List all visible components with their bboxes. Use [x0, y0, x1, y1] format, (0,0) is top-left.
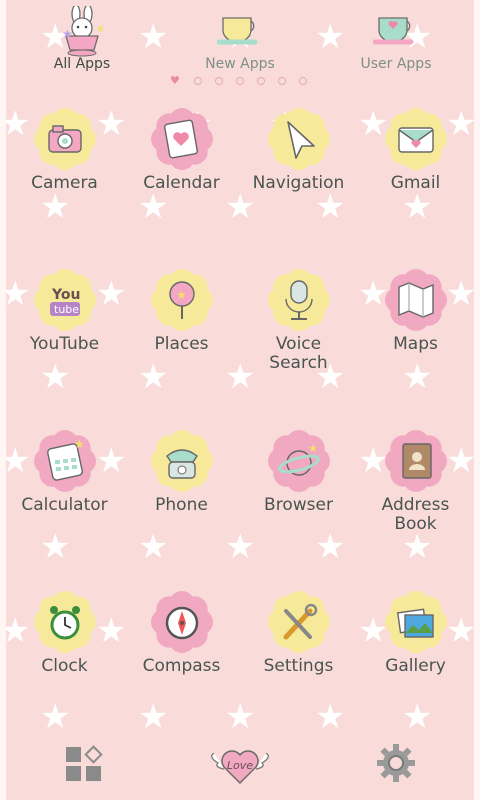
app-label: Gmail	[390, 173, 441, 193]
teacup-heart-icon	[373, 17, 414, 45]
app-settings[interactable]: Settings	[240, 583, 357, 733]
dock: Love	[0, 735, 480, 800]
app-youtube[interactable]: You tube YouTube	[6, 261, 123, 411]
places-pin-icon: ★	[150, 269, 213, 331]
page-dot	[236, 77, 244, 85]
teacup-icon	[217, 17, 258, 45]
page-dot	[299, 77, 307, 85]
gear-icon[interactable]	[376, 743, 416, 783]
app-label: Maps	[393, 334, 438, 354]
tab-label: All Apps	[53, 56, 111, 72]
tab-new-apps[interactable]: New Apps	[170, 0, 310, 80]
svg-text:You: You	[51, 287, 80, 303]
tools-icon	[267, 591, 330, 653]
app-label: Camera	[31, 173, 98, 193]
svg-text:★: ★	[62, 27, 73, 41]
tab-all-apps[interactable]: ★ ★ All Apps	[12, 0, 152, 80]
alarm-clock-icon	[33, 591, 96, 653]
page-dot	[278, 77, 286, 85]
tab-label: User Apps	[360, 56, 432, 72]
app-voice-search[interactable]: Voice Search	[240, 261, 357, 411]
love-text: Love	[227, 759, 253, 772]
page-dot	[215, 77, 223, 85]
app-address-book[interactable]: Address Book	[357, 422, 474, 572]
tab-bar: ★ ★ All Apps New Apps User Apps	[0, 0, 480, 80]
app-drawer-icon[interactable]	[64, 743, 104, 783]
app-calculator[interactable]: ★ Calculator	[6, 422, 123, 572]
calendar-icon	[150, 108, 213, 170]
app-maps[interactable]: Maps	[357, 261, 474, 411]
app-camera[interactable]: Camera	[6, 100, 123, 250]
tab-label: New Apps	[205, 56, 275, 72]
app-label: Gallery	[385, 656, 446, 676]
app-gallery[interactable]: Gallery	[357, 583, 474, 733]
app-navigation[interactable]: Navigation	[240, 100, 357, 250]
app-label: Address Book	[381, 495, 450, 534]
bunny-teacup-icon: ★ ★	[62, 6, 105, 57]
app-browser[interactable]: ★ Browser	[240, 422, 357, 572]
app-clock[interactable]: Clock	[6, 583, 123, 733]
app-label: Calendar	[143, 173, 220, 193]
phone-icon	[150, 430, 213, 492]
app-calendar[interactable]: Calendar	[123, 100, 240, 250]
love-heart-icon[interactable]: Love	[208, 739, 272, 787]
youtube-icon: Youtube	[33, 269, 96, 331]
planet-icon: ★	[267, 430, 330, 492]
app-gmail[interactable]: Gmail	[357, 100, 474, 250]
svg-text:★: ★	[96, 24, 105, 35]
page-dot	[257, 77, 265, 85]
svg-text:★: ★	[74, 437, 85, 451]
app-label: Browser	[264, 495, 333, 515]
tab-user-apps[interactable]: User Apps	[326, 0, 466, 80]
calculator-icon: ★	[33, 430, 96, 492]
app-label: Navigation	[252, 173, 345, 193]
microphone-icon	[267, 269, 330, 331]
page-dot	[194, 77, 202, 85]
current-page-heart-icon: ♥	[170, 74, 180, 87]
app-label: Clock	[41, 656, 88, 676]
svg-text:tube: tube	[54, 303, 79, 316]
svg-text:★: ★	[176, 288, 187, 302]
app-phone[interactable]: Phone	[123, 422, 240, 572]
compass-icon	[150, 591, 213, 653]
app-label: Phone	[155, 495, 208, 515]
camera-icon	[33, 108, 96, 170]
app-label: YouTube	[29, 334, 100, 354]
gallery-icon	[384, 591, 447, 653]
map-icon	[384, 269, 447, 331]
app-label: Settings	[263, 656, 334, 676]
app-label: Places	[154, 334, 209, 354]
svg-text:★: ★	[308, 442, 318, 455]
mail-icon	[384, 108, 447, 170]
navigation-arrow-icon	[267, 108, 330, 170]
app-label: Voice Search	[269, 334, 328, 373]
right-edge	[474, 0, 480, 800]
app-places[interactable]: ★ Places	[123, 261, 240, 411]
app-compass[interactable]: Compass	[123, 583, 240, 733]
address-book-icon	[384, 430, 447, 492]
app-label: Compass	[142, 656, 221, 676]
app-label: Calculator	[21, 495, 108, 515]
